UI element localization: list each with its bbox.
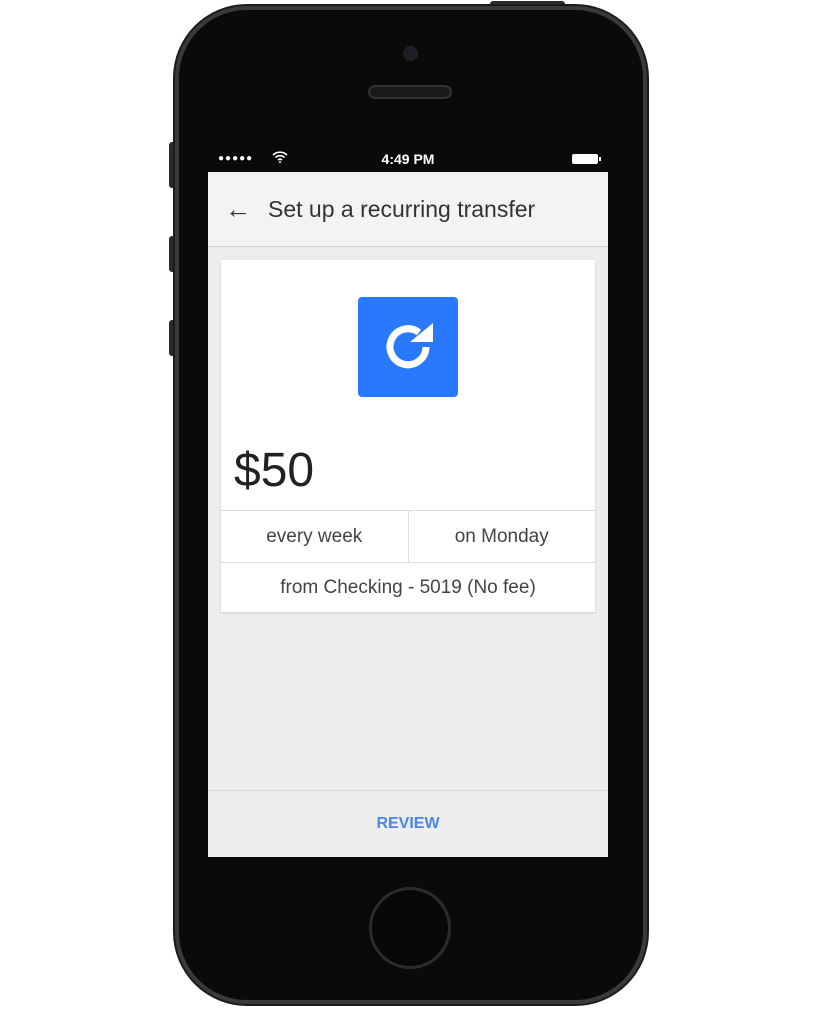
review-button[interactable]: REVIEW [208,790,608,857]
clock: 4:49 PM [381,151,435,167]
amount[interactable]: $50 [234,443,314,498]
source-account-selector[interactable]: from Checking - 5019 (No fee) [221,562,595,612]
frequency-selector[interactable]: every week [221,511,409,562]
refresh-icon [358,297,458,397]
speaker [368,85,452,99]
app-bar: ← Set up a recurring transfer [208,172,608,247]
battery-icon [572,154,601,164]
arrow-left-icon[interactable]: ← [208,194,268,225]
status-bar: ●●●●● 4:49 PM [208,150,608,170]
page-title: Set up a recurring transfer [268,195,536,222]
day-selector[interactable]: on Monday [409,511,596,562]
home-button[interactable] [369,887,451,969]
app-screen: ← Set up a recurring transfer $50 every … [208,172,608,857]
camera [403,46,418,61]
transfer-card: $50 every week on Monday from Checking -… [221,260,595,612]
